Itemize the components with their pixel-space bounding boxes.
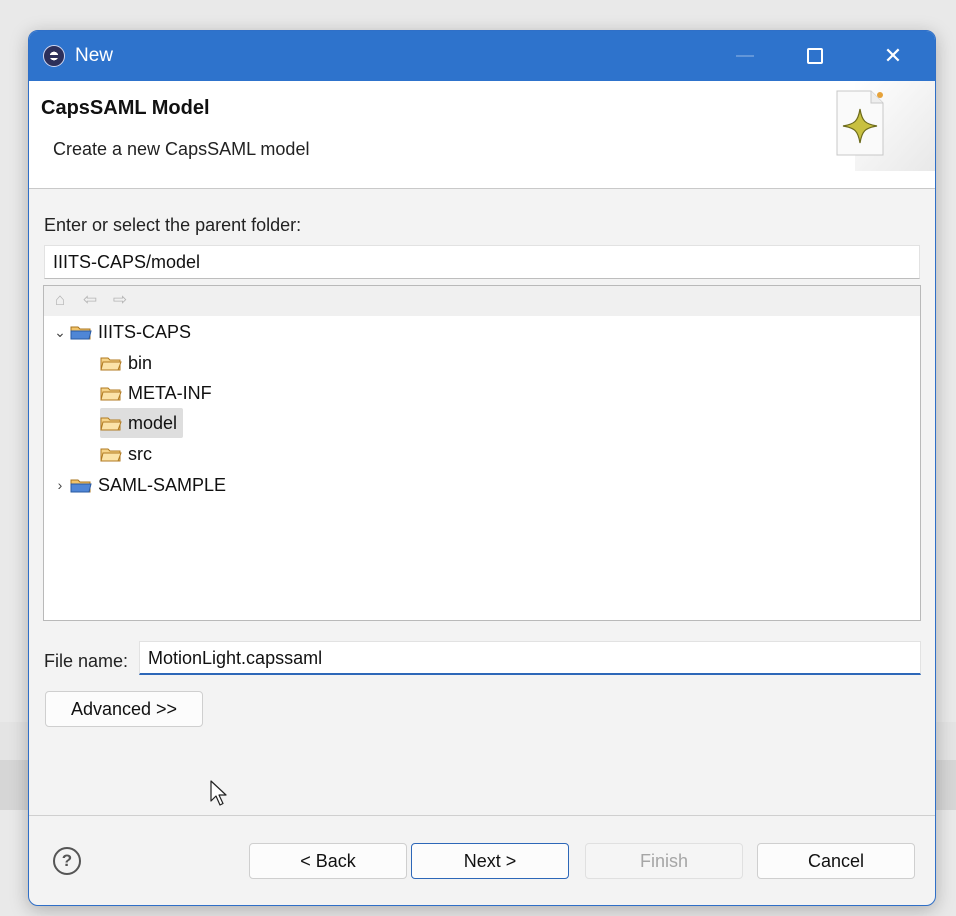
tree-item-label: META-INF [128, 382, 212, 403]
project-folder-icon [70, 326, 92, 340]
footer-separator [29, 815, 935, 816]
folder-icon [100, 357, 122, 371]
forward-arrow-icon[interactable]: ⇨ [110, 290, 130, 310]
file-name-label: File name: [44, 651, 129, 671]
folder-icon [100, 448, 122, 462]
tree-item-label: src [128, 443, 152, 464]
chevron-right-icon[interactable]: › [50, 477, 70, 493]
finish-button[interactable]: Finish [585, 843, 743, 879]
tree-item-bin[interactable]: bin [100, 348, 152, 378]
maximize-icon [807, 48, 823, 64]
window-title: New [75, 45, 114, 66]
folder-icon [100, 417, 122, 431]
home-icon[interactable]: ⌂ [50, 290, 70, 310]
page-description: Create a new CapsSAML model [53, 139, 310, 159]
back-arrow-icon[interactable]: ⇦ [80, 290, 100, 310]
close-button[interactable]: ✕ [863, 31, 923, 81]
parent-folder-label: Enter or select the parent folder: [44, 215, 302, 235]
maximize-button[interactable] [785, 31, 845, 81]
folder-tree[interactable]: ⌂ ⇦ ⇨ ⌄ IIITS-CAPS bin META-INF model sr… [43, 285, 921, 621]
help-icon[interactable]: ? [53, 847, 81, 875]
cancel-button[interactable]: Cancel [757, 843, 915, 879]
new-file-wizard-icon [836, 81, 935, 171]
tree-item-saml-sample[interactable]: › SAML-SAMPLE [50, 470, 226, 500]
project-folder-icon [70, 479, 92, 493]
tree-item-meta-inf[interactable]: META-INF [100, 378, 212, 408]
tree-item-label: bin [128, 352, 153, 373]
parent-folder-input[interactable]: IIITS-CAPS/model [44, 245, 920, 279]
wizard-header: CapsSAML Model Create a new CapsSAML mod… [29, 81, 935, 189]
minimize-icon [736, 55, 754, 57]
tree-item-label: model [128, 412, 178, 433]
chevron-down-icon[interactable]: ⌄ [50, 324, 70, 341]
tree-toolbar: ⌂ ⇦ ⇨ [44, 286, 920, 316]
title-bar[interactable]: New ✕ [29, 31, 935, 81]
tree-item-label: IIITS-CAPS [98, 321, 192, 342]
advanced-button[interactable]: Advanced >> [45, 691, 203, 727]
back-button[interactable]: < Back [249, 843, 407, 879]
next-button[interactable]: Next > [411, 843, 569, 879]
mouse-pointer-icon [210, 780, 227, 806]
tree-item-iiits-caps[interactable]: ⌄ IIITS-CAPS [50, 317, 191, 347]
tree-item-label: SAML-SAMPLE [98, 474, 227, 495]
new-wizard-dialog: New ✕ CapsSAML Model Create a new CapsSA… [28, 30, 936, 906]
eclipse-app-icon [43, 45, 65, 67]
tree-item-src[interactable]: src [100, 439, 152, 469]
tree-item-model[interactable]: model [100, 408, 184, 438]
close-icon: ✕ [883, 43, 903, 68]
page-title: CapsSAML Model [41, 97, 210, 119]
file-name-input[interactable]: MotionLight.capssaml [139, 641, 921, 675]
folder-icon [100, 387, 122, 401]
minimize-button[interactable] [715, 31, 775, 81]
